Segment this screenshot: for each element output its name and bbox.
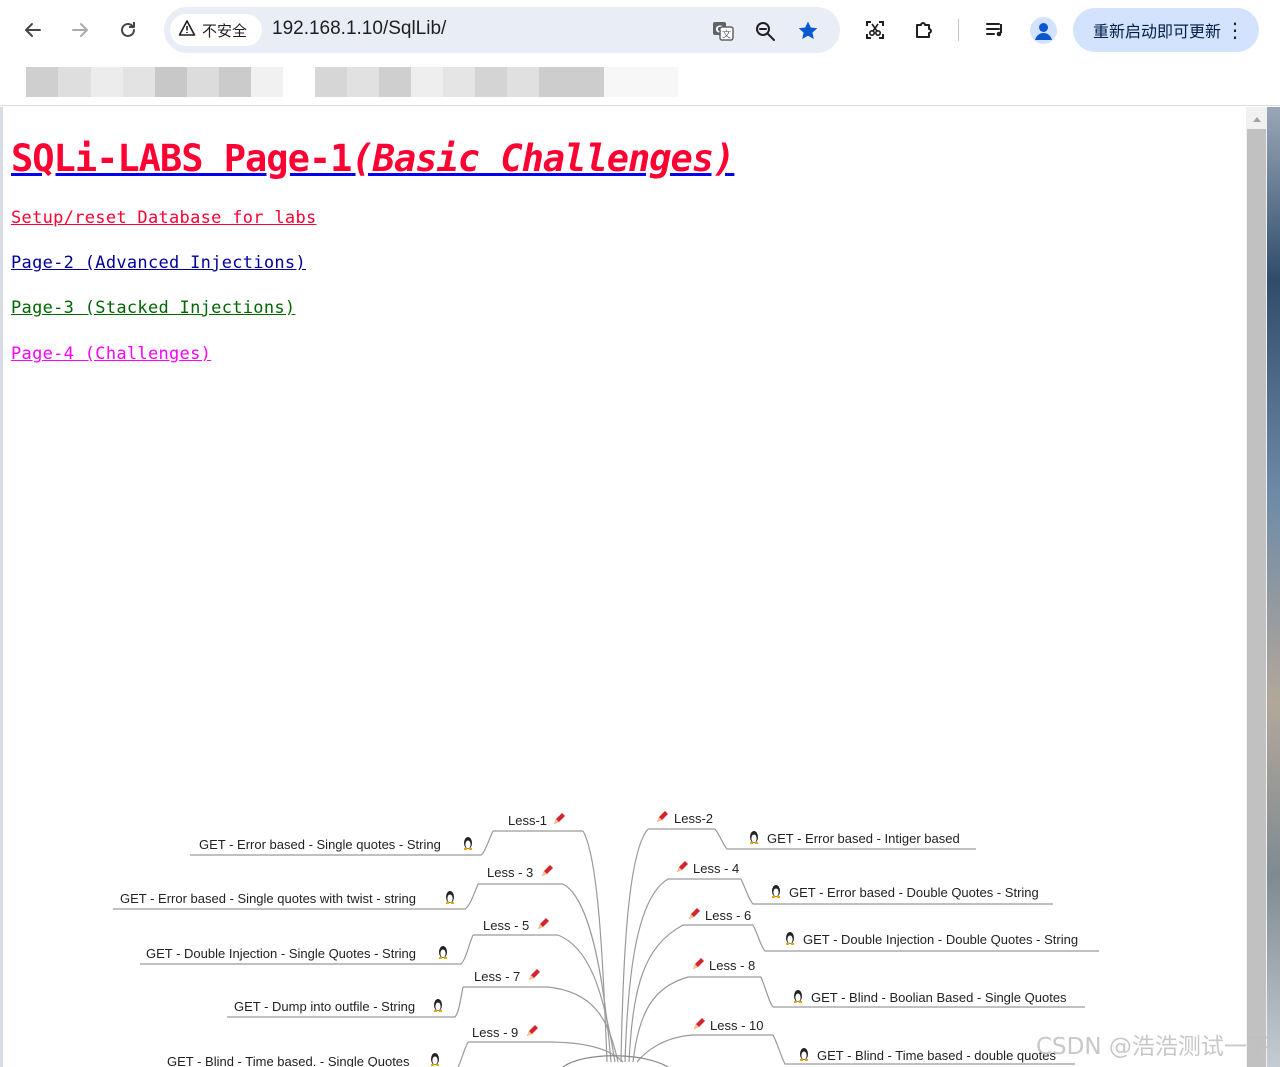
scroll-up-arrow-icon[interactable] xyxy=(1246,111,1267,127)
mindmap-less-1: Less-1 xyxy=(508,813,548,828)
linux-icon xyxy=(772,885,780,898)
blurred-bookmark xyxy=(443,67,475,97)
mindmap-desc-less-6: GET - Double Injection - Double Quotes -… xyxy=(803,932,1079,947)
pen-icon xyxy=(693,958,704,969)
back-icon[interactable] xyxy=(17,14,49,46)
mindmap-less-6: Less - 6 xyxy=(705,908,752,923)
linux-icon xyxy=(794,990,802,1003)
mindmap-less-3: Less - 3 xyxy=(487,865,534,880)
blurred-bookmark xyxy=(26,67,58,97)
blurred-bookmark xyxy=(187,67,219,97)
zoom-icon[interactable] xyxy=(752,18,778,44)
pen-icon xyxy=(677,861,688,872)
desktop-background xyxy=(1267,107,1280,1067)
pen-icon xyxy=(529,969,540,980)
pen-icon xyxy=(538,918,549,929)
lessons-mindmap: Less-1 GET - Error based - Single quotes… xyxy=(3,107,1246,1067)
blurred-bookmark xyxy=(219,67,251,97)
forward-icon[interactable] xyxy=(64,14,96,46)
mindmap-desc-less-2: GET - Error based - Intiger based xyxy=(767,831,960,846)
blurred-bookmark xyxy=(347,67,379,97)
linux-icon xyxy=(464,837,472,850)
blurred-bookmark xyxy=(58,67,91,97)
pen-icon xyxy=(554,813,565,824)
blurred-bookmark xyxy=(315,67,347,97)
url-text[interactable]: 192.168.1.10/SqlLib/ xyxy=(272,18,446,40)
warning-icon xyxy=(178,19,196,41)
svg-text:文: 文 xyxy=(722,29,731,41)
linux-icon xyxy=(800,1048,808,1061)
scrollbar-thumb[interactable] xyxy=(1247,129,1266,1067)
csdn-watermark: CSDN @浩浩测试一下 xyxy=(1036,1034,1270,1060)
mindmap-desc-less-3: GET - Error based - Single quotes with t… xyxy=(120,891,416,906)
bookmarks-bar xyxy=(0,60,1280,106)
mindmap-connectors xyxy=(113,828,1099,1067)
mindmap-less-4: Less - 4 xyxy=(693,861,740,876)
linux-icon xyxy=(750,831,758,844)
linux-icon xyxy=(434,999,442,1012)
pen-icon xyxy=(657,811,668,822)
security-chip[interactable]: 不安全 xyxy=(170,14,262,46)
update-button[interactable]: 重新启动即可更新 ⋮ xyxy=(1073,8,1259,52)
mindmap-less-9: Less - 9 xyxy=(472,1025,519,1040)
blurred-bookmark xyxy=(604,67,678,97)
mindmap-desc-less-7: GET - Dump into outfile - String xyxy=(234,999,416,1014)
mindmap-desc-less-10: GET - Blind - Time based - double quotes xyxy=(817,1048,1056,1063)
pen-icon xyxy=(689,908,700,919)
screenshot-icon[interactable] xyxy=(859,14,891,46)
pen-icon xyxy=(694,1018,705,1029)
blurred-bookmark xyxy=(507,67,539,97)
mindmap-less-8: Less - 8 xyxy=(709,958,756,973)
blurred-bookmark xyxy=(411,67,443,97)
blurred-bookmark xyxy=(91,67,123,97)
mindmap-desc-less-4: GET - Error based - Double Quotes - Stri… xyxy=(789,885,1039,900)
blurred-bookmark xyxy=(475,67,507,97)
translate-icon[interactable]: G文 xyxy=(710,18,736,44)
blurred-bookmark xyxy=(379,67,411,97)
browser-toolbar: 不安全 192.168.1.10/SqlLib/ G文 重新启动即可更新 ⋮ xyxy=(0,0,1280,60)
pen-icon xyxy=(527,1025,538,1036)
mindmap-desc-less-1: GET - Error based - Single quotes - Stri… xyxy=(199,837,441,852)
menu-icon[interactable]: ⋮ xyxy=(1225,18,1245,42)
linux-icon xyxy=(446,891,454,904)
mindmap-desc-less-8: GET - Blind - Boolian Based - Single Quo… xyxy=(811,990,1067,1005)
mindmap-less-7: Less - 7 xyxy=(474,969,521,984)
mindmap-desc-less-9: GET - Blind - Time based. - Single Quote… xyxy=(167,1054,410,1067)
mindmap-less-10: Less - 10 xyxy=(710,1018,764,1033)
page-viewport: SQLi-LABS Page-1(Basic Challenges) Setup… xyxy=(3,107,1246,1067)
linux-icon xyxy=(439,946,447,959)
blurred-bookmark xyxy=(539,67,604,97)
profile-icon[interactable] xyxy=(1030,17,1057,44)
mindmap-less-5: Less - 5 xyxy=(483,918,530,933)
extensions-icon[interactable] xyxy=(908,14,940,46)
mindmap-less-2: Less-2 xyxy=(674,811,714,826)
update-button-label: 重新启动即可更新 xyxy=(1093,22,1222,41)
linux-icon xyxy=(431,1053,439,1066)
security-label: 不安全 xyxy=(202,21,248,40)
mindmap-desc-less-5: GET - Double Injection - Single Quotes -… xyxy=(146,946,416,961)
media-icon[interactable] xyxy=(979,14,1011,46)
blurred-bookmark xyxy=(155,67,187,97)
blurred-bookmark xyxy=(123,67,155,97)
pen-icon xyxy=(542,865,553,876)
toolbar-separator xyxy=(958,19,959,41)
reload-icon[interactable] xyxy=(112,14,144,46)
linux-icon xyxy=(786,932,794,945)
address-bar[interactable]: 不安全 192.168.1.10/SqlLib/ G文 xyxy=(164,7,840,53)
vertical-scrollbar[interactable] xyxy=(1246,107,1267,1067)
star-icon[interactable] xyxy=(795,18,821,44)
blurred-bookmark xyxy=(251,67,283,97)
